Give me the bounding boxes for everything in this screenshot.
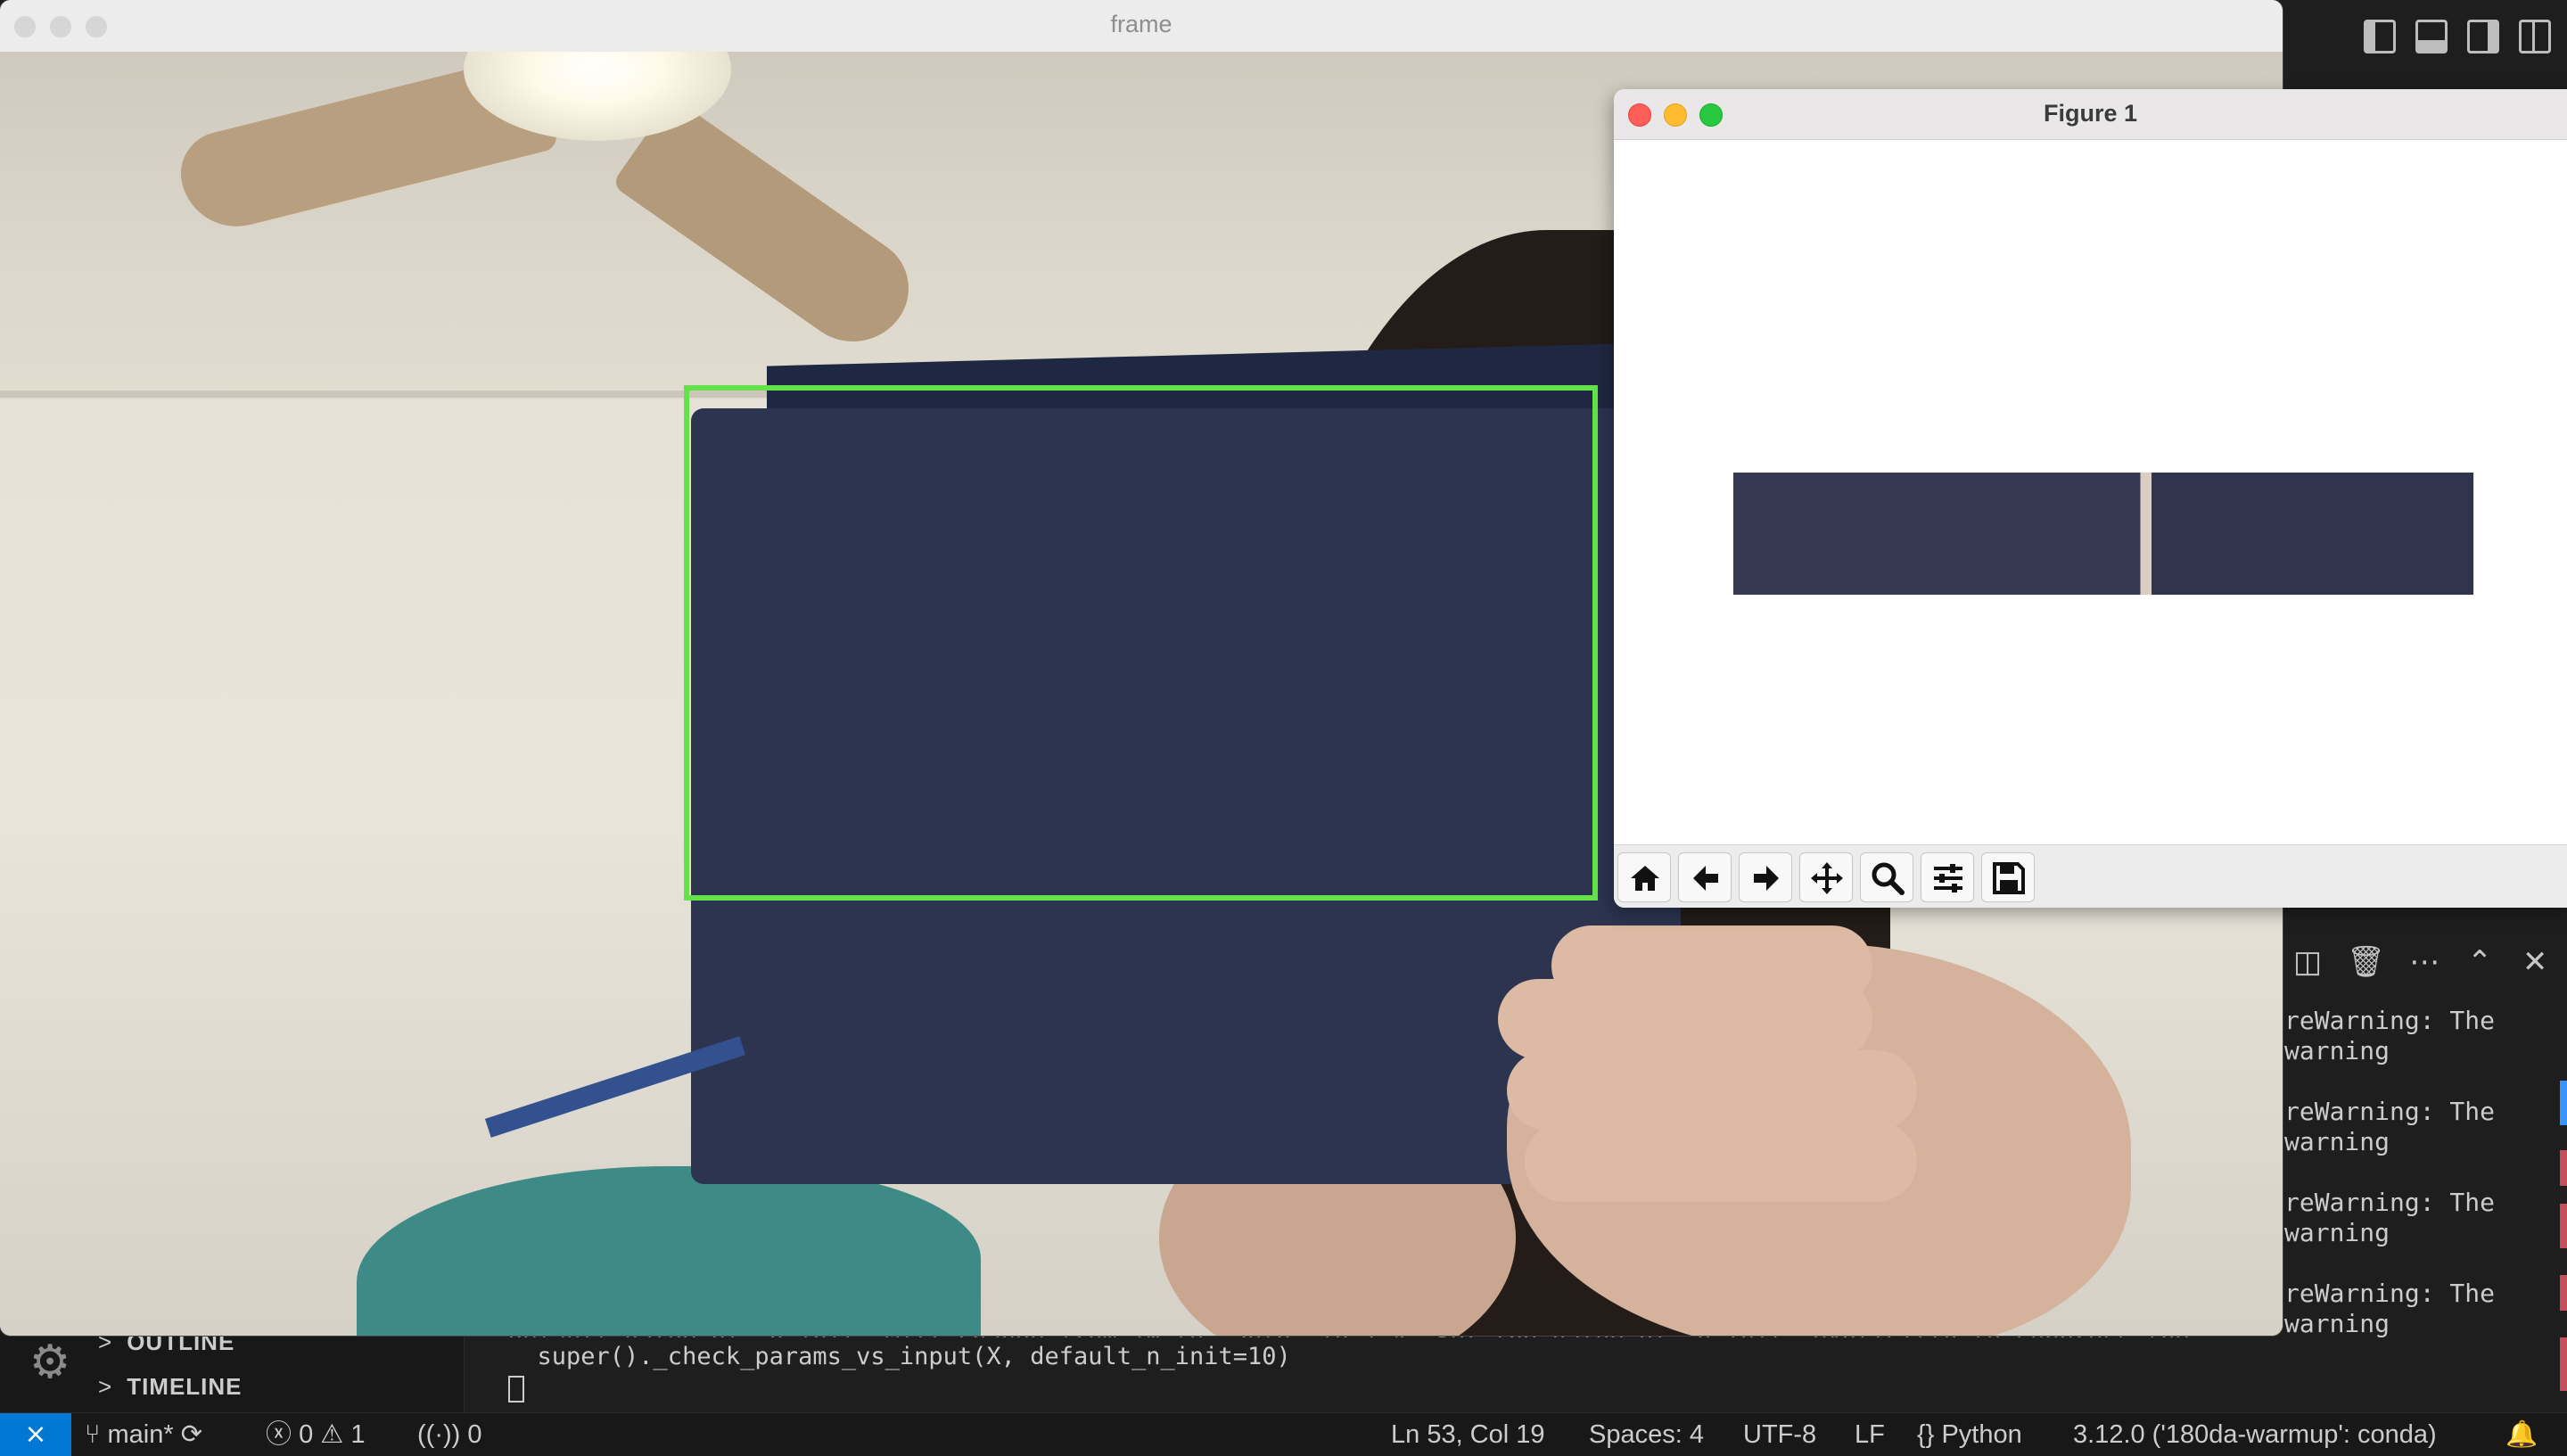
status-bar: ⨯ ⑂ main* ⟳ ⓧ 0 ⚠ 1 ((·)) 0 Ln 53, Col 1… bbox=[0, 1412, 2567, 1456]
configure-subplots-button[interactable] bbox=[1921, 852, 1974, 902]
pan-button[interactable] bbox=[1799, 852, 1853, 902]
forward-button[interactable] bbox=[1739, 852, 1792, 902]
editor-title-bar bbox=[2283, 0, 2567, 76]
terminal-panel-actions: ◫ 🗑 ⋯ ⌃ ✕ bbox=[2283, 941, 2567, 983]
problems-indicator[interactable]: ⓧ 0 ⚠ 1 bbox=[266, 1413, 365, 1456]
timeline-section-header[interactable]: > TIMELINE bbox=[98, 1373, 243, 1401]
split-terminal-icon[interactable]: ◫ bbox=[2291, 944, 2324, 980]
color-segment-3 bbox=[2152, 473, 2474, 595]
figure-title: Figure 1 bbox=[2043, 100, 2138, 127]
person-shirt bbox=[357, 1166, 981, 1336]
braces-icon: {} bbox=[1917, 1420, 1935, 1449]
git-branch-icon: ⑂ bbox=[85, 1420, 101, 1449]
terminal-line: reWarning: The warning bbox=[2284, 1006, 2552, 1097]
customize-layout-icon[interactable] bbox=[2519, 20, 2551, 53]
figure-titlebar[interactable]: Figure 1 bbox=[1614, 89, 2567, 140]
scroll-marker bbox=[2560, 1150, 2567, 1186]
sync-icon: ⟳ bbox=[180, 1420, 202, 1449]
terminal-text: reWarning: The bbox=[2284, 1097, 2496, 1126]
toggle-panel-icon[interactable] bbox=[2415, 20, 2448, 53]
back-arrow-icon bbox=[1693, 866, 1718, 891]
broadcast-icon: ((·)) bbox=[417, 1420, 461, 1449]
terminal-text: reWarning: The bbox=[2284, 1279, 2496, 1308]
remote-indicator-icon[interactable]: ⨯ bbox=[0, 1413, 71, 1456]
forward-arrow-icon bbox=[1754, 866, 1779, 891]
eol-setting[interactable]: LF bbox=[1855, 1413, 1885, 1456]
finger bbox=[1525, 1122, 1917, 1202]
language-mode[interactable]: {} Python bbox=[1917, 1413, 2022, 1456]
trash-icon[interactable]: 🗑 bbox=[2347, 944, 2385, 980]
indentation-setting[interactable]: Spaces: 4 bbox=[1589, 1413, 1704, 1456]
save-button[interactable] bbox=[1981, 852, 2035, 902]
frame-titlebar[interactable]: frame bbox=[0, 0, 2283, 53]
terminal-text: warning bbox=[2284, 1309, 2390, 1338]
warning-icon: ⚠ bbox=[320, 1420, 344, 1449]
navigation-toolbar bbox=[1614, 844, 2567, 908]
window-title: frame bbox=[1110, 11, 1172, 37]
encoding-setting[interactable]: UTF-8 bbox=[1743, 1413, 1816, 1456]
scroll-marker bbox=[2560, 1275, 2567, 1311]
maximize-panel-icon[interactable]: ⌃ bbox=[2464, 944, 2496, 980]
back-button[interactable] bbox=[1678, 852, 1732, 902]
terminal-output-right: reWarning: The warning reWarning: The wa… bbox=[2284, 1006, 2552, 1370]
close-panel-icon[interactable]: ✕ bbox=[2519, 944, 2551, 980]
branch-indicator[interactable]: ⑂ main* ⟳ bbox=[85, 1413, 202, 1456]
python-interpreter[interactable]: 3.12.0 ('180da-warmup': conda) bbox=[2073, 1413, 2437, 1456]
more-actions-icon[interactable]: ⋯ bbox=[2408, 944, 2440, 980]
warning-count: 1 bbox=[350, 1420, 366, 1449]
figure-canvas[interactable] bbox=[1614, 140, 2567, 844]
save-icon bbox=[1993, 862, 2025, 894]
scroll-marker bbox=[2560, 1204, 2567, 1248]
timeline-label: TIMELINE bbox=[127, 1373, 243, 1400]
figure-window: Figure 1 bbox=[1614, 89, 2567, 908]
finger bbox=[1507, 1050, 1917, 1131]
ports-count: 0 bbox=[467, 1420, 482, 1449]
zoom-icon bbox=[1872, 862, 1905, 895]
terminal-text: warning bbox=[2284, 1218, 2390, 1247]
terminal-line: reWarning: The warning bbox=[2284, 1097, 2552, 1188]
terminal-scrollbar-decorations[interactable] bbox=[2555, 1070, 2567, 1409]
toggle-secondary-sidebar-icon[interactable] bbox=[2467, 20, 2499, 53]
detection-bounding-box bbox=[684, 385, 1598, 901]
terminal-line: super()._check_params_vs_input(X, defaul… bbox=[508, 1343, 1291, 1370]
terminal-text: reWarning: The bbox=[2284, 1006, 2496, 1035]
configure-subplots-icon bbox=[1934, 864, 1962, 893]
terminal-text: warning bbox=[2284, 1036, 2390, 1065]
layout-controls bbox=[2364, 20, 2551, 53]
error-icon: ⓧ bbox=[266, 1420, 292, 1449]
terminal-text: warning bbox=[2284, 1127, 2390, 1156]
terminal-line: reWarning: The warning bbox=[2284, 1279, 2552, 1370]
chevron-right-icon: > bbox=[98, 1373, 113, 1400]
toggle-primary-sidebar-icon[interactable] bbox=[2364, 20, 2396, 53]
notifications-bell-icon[interactable]: 🔔 bbox=[2505, 1413, 2538, 1456]
language-label: Python bbox=[1941, 1420, 2022, 1449]
pan-icon bbox=[1811, 862, 1843, 894]
error-count: 0 bbox=[299, 1420, 314, 1449]
terminal-line: reWarning: The warning bbox=[2284, 1188, 2552, 1279]
scroll-marker bbox=[2560, 1337, 2567, 1391]
manage-gear-icon[interactable]: ⚙ bbox=[25, 1337, 75, 1387]
terminal-cursor bbox=[508, 1376, 524, 1403]
finger bbox=[1551, 925, 1872, 1006]
ports-indicator[interactable]: ((·)) 0 bbox=[417, 1413, 482, 1456]
home-button[interactable] bbox=[1617, 852, 1671, 902]
zoom-button[interactable] bbox=[1860, 852, 1913, 902]
terminal-text: reWarning: The bbox=[2284, 1188, 2496, 1217]
color-segment-1 bbox=[1733, 473, 2141, 595]
scroll-marker bbox=[2560, 1081, 2567, 1125]
color-bar-chart bbox=[1733, 473, 2474, 595]
cursor-position[interactable]: Ln 53, Col 19 bbox=[1391, 1413, 1545, 1456]
color-segment-2 bbox=[2140, 473, 2152, 595]
home-icon bbox=[1631, 866, 1659, 891]
branch-name: main* bbox=[107, 1420, 174, 1449]
